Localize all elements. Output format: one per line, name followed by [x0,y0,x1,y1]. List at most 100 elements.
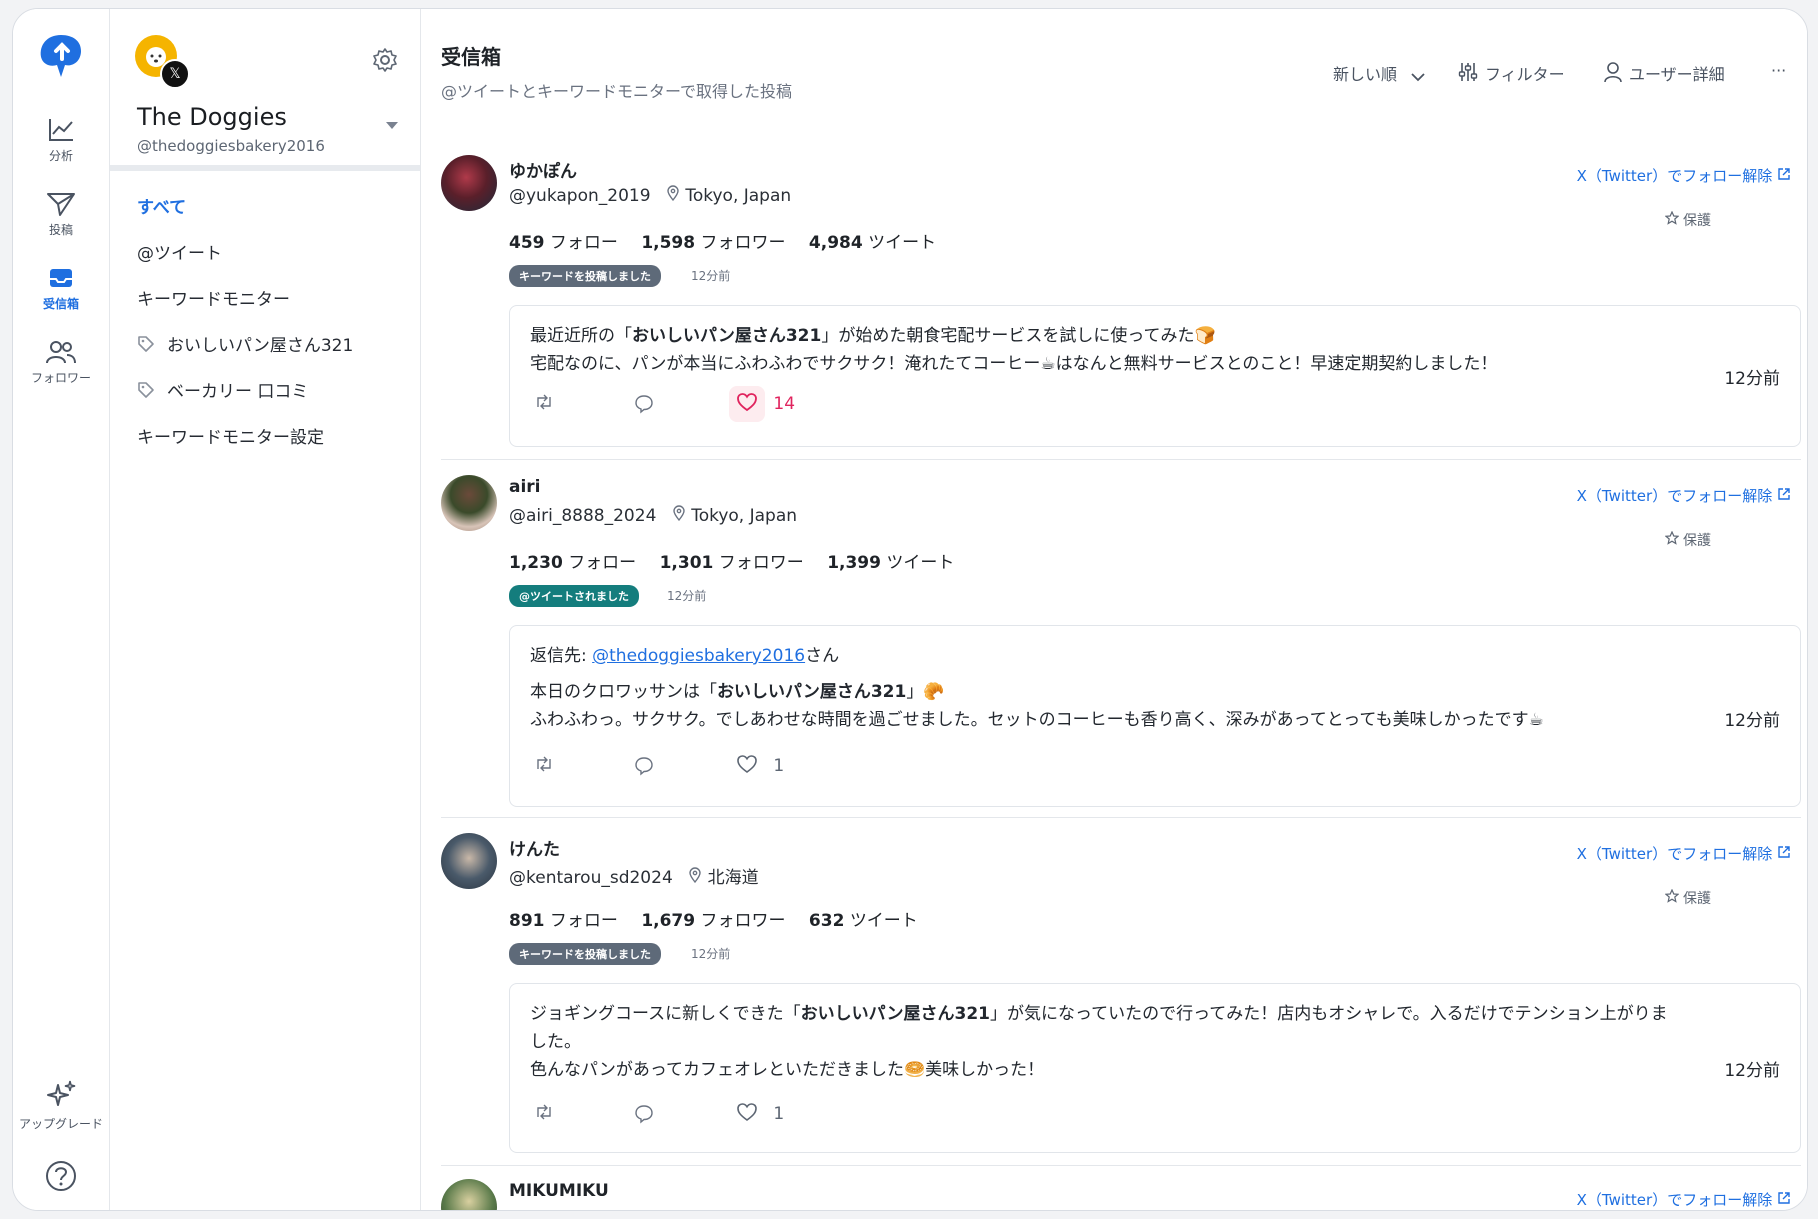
rail-inbox[interactable]: 受信箱 [13,265,109,312]
post-card: 返信先: @thedoggiesbakery2016さん 本日のクロワッサンは「… [509,625,1801,807]
comment-icon [635,757,653,776]
user-handle-text: @yukapon_2019 [509,186,651,206]
protect-button[interactable]: 保護 [1664,210,1711,230]
followers-count: 1,598 [641,233,696,253]
rail-analytics[interactable]: 分析 [13,117,109,164]
icon-rail: 分析 投稿 受信箱 フォロワー アップグレード [13,9,110,1210]
external-link-icon [1778,488,1790,500]
rail-upgrade[interactable]: アップグレード [13,1079,109,1132]
divider [110,165,420,171]
like-button[interactable]: 1 [736,754,784,776]
nav-tweets[interactable]: @ツイート [137,239,222,264]
post-item: ゆかぽん @yukapon_2019 Tokyo, Japan 459 フォロー… [441,155,1801,447]
retweet-button[interactable] [534,394,554,415]
location-text: Tokyo, Japan [691,506,798,526]
tweets-count: 1,399 [827,553,881,573]
pin-icon [689,867,701,884]
unfollow-label: X（Twitter）でフォロー解除 [1576,487,1773,505]
post-text-part: 色んなパンがあってカフェオレといただきました🥯美味しかった！ [530,1060,1045,1080]
account-switcher-chevron-icon[interactable] [386,122,398,129]
rail-post[interactable]: 投稿 [13,191,109,238]
retweet-icon [537,394,551,410]
user-handle-text: @airi_8888_2024 [509,506,657,526]
avatar[interactable] [441,475,497,531]
user-detail-button[interactable]: ユーザー詳細 [1603,61,1725,85]
divider [441,817,1801,818]
post-card: 最近近所の「おいしいパン屋さん321」が始めた朝食宅配サービスを試しに使ってみた… [509,305,1801,447]
badge-time: 12分前 [691,269,731,283]
post-text-part: した。 [530,1032,581,1052]
post-time: 12分前 [1724,711,1780,731]
reply-button[interactable] [634,756,654,781]
protect-label: 保護 [1683,891,1711,907]
post-time: 12分前 [1724,1061,1780,1081]
followers-label: フォロワー [700,233,786,253]
avatar[interactable] [441,1179,497,1210]
nav-tag-label: ベーカリー 口コミ [167,382,309,402]
help-button[interactable] [13,1159,109,1197]
unfollow-link[interactable]: X（Twitter）でフォロー解除 [1577,165,1791,186]
tag-icon [138,382,154,398]
unfollow-link[interactable]: X（Twitter）でフォロー解除 [1577,843,1791,864]
app-logo-icon[interactable] [35,31,87,83]
location: Tokyo, Japan [666,185,792,206]
avatar[interactable] [441,155,497,211]
following-count: 459 [509,233,545,253]
heart-icon [737,393,757,412]
unfollow-link[interactable]: X（Twitter）でフォロー解除 [1577,485,1791,506]
external-link-icon [1778,1192,1790,1204]
post-item: airi @airi_8888_2024 Tokyo, Japan 1,230 … [441,475,1801,807]
divider [441,459,1801,460]
gear-icon[interactable] [372,47,398,73]
protect-label: 保護 [1683,533,1711,549]
nav-tag-bakery-review[interactable]: ベーカリー 口コミ [137,377,308,402]
account-handle: @thedoggiesbakery2016 [137,137,325,155]
followers-label: フォロワー [718,553,804,573]
followers-label: フォロワー [700,911,786,931]
avatar[interactable] [441,833,497,889]
nav-tag-bakery321[interactable]: おいしいパン屋さん321 [137,331,353,356]
badge-time: 12分前 [667,589,707,603]
unfollow-label: X（Twitter）でフォロー解除 [1576,1191,1773,1209]
reply-to: 返信先: @thedoggiesbakery2016さん [530,642,839,670]
retweet-button[interactable] [534,1104,554,1125]
following-label: フォロー [568,553,637,573]
rail-followers[interactable]: フォロワー [13,339,109,386]
tweets-count: 4,984 [808,233,863,253]
nav-keyword-settings[interactable]: キーワードモニター設定 [137,423,324,448]
like-button[interactable]: 14 [736,392,795,414]
protect-button[interactable]: 保護 [1664,888,1711,908]
sort-dropdown[interactable]: 新しい順 [1333,61,1426,85]
side-panel: 𝕏 The Doggies @thedoggiesbakery2016 すべて … [110,9,421,1210]
protect-button[interactable]: 保護 [1664,530,1711,550]
post-text-part: 宅配なのに、パンが本当にふわふわでサクサク！淹れたてコーヒー☕はなんと無料サービ… [530,354,1498,374]
sparkle-icon [47,1080,76,1106]
external-link-icon [1778,846,1790,858]
star-icon [1664,530,1680,545]
post-text-part: ジョギングコースに新しくできた「 [530,1004,801,1024]
post-item: けんた @kentarou_sd2024 北海道 891 フォロー 1,679 … [441,833,1801,1153]
location-text: Tokyo, Japan [685,186,792,206]
external-link-icon [1778,168,1790,180]
reply-button[interactable] [634,394,654,419]
filter-button[interactable]: フィルター [1457,61,1565,85]
user-name: MIKUMIKU [509,1181,609,1201]
mention-link[interactable]: @thedoggiesbakery2016 [592,646,805,666]
divider [441,1165,1801,1166]
account-name: The Doggies [137,103,287,131]
reply-button[interactable] [634,1104,654,1129]
nav-keyword-monitor[interactable]: キーワードモニター [137,285,290,310]
unfollow-link[interactable]: X（Twitter）でフォロー解除 [1577,1189,1791,1210]
like-button[interactable]: 1 [736,1102,784,1124]
following-label: フォロー [549,911,618,931]
user-handle: @airi_8888_2024 Tokyo, Japan [509,505,797,526]
post-keyword: おいしいパン屋さん321 [717,682,907,702]
like-count: 1 [773,1104,785,1124]
following-label: フォロー [549,233,618,253]
nav-all[interactable]: すべて [137,193,186,218]
more-menu-button[interactable]: ··· [1771,61,1786,80]
reply-suffix: さん [805,646,840,666]
retweet-button[interactable] [534,756,554,777]
nav-tag-label: おいしいパン屋さん321 [167,336,354,356]
user-name: ゆかぽん [509,162,577,182]
